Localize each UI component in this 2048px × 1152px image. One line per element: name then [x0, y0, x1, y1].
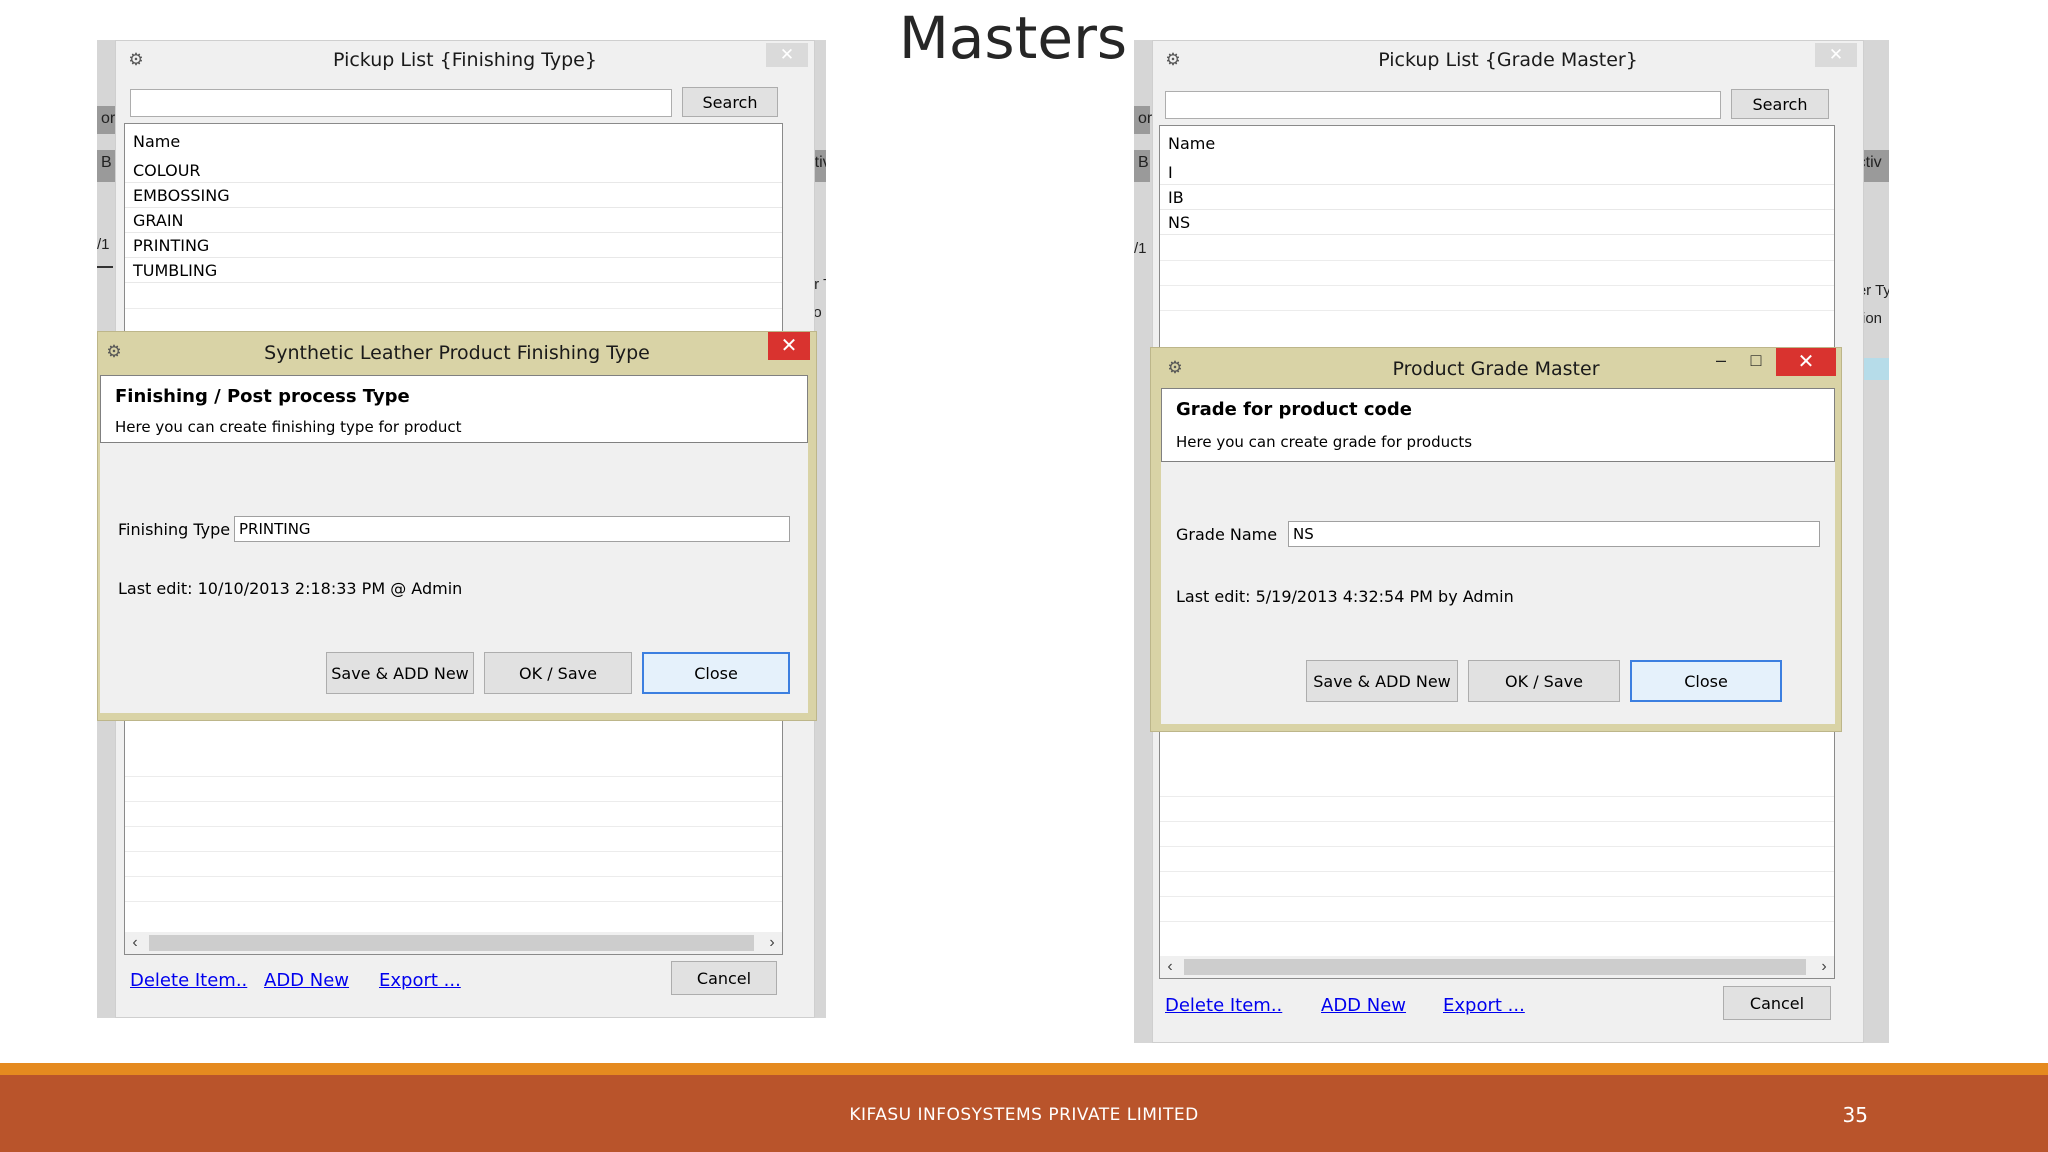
grid-line: [1160, 921, 1834, 922]
close-icon[interactable]: ✕: [1815, 43, 1857, 67]
list-item[interactable]: COLOUR: [125, 158, 782, 183]
search-input[interactable]: [1165, 91, 1721, 119]
grid-line: [1160, 260, 1834, 261]
grade-master-dialog: ⚙ Product Grade Master – □ ✕ Grade for p…: [1150, 347, 1842, 732]
grid-line: [1160, 310, 1834, 311]
close-button[interactable]: Close: [1630, 660, 1782, 702]
grid-line: [125, 901, 782, 902]
background-text: /1: [1134, 240, 1147, 257]
background-tab: B: [1134, 150, 1150, 182]
export-link[interactable]: Export ...: [1443, 995, 1525, 1016]
delete-item-link[interactable]: Delete Item..: [1165, 995, 1282, 1016]
dialog-titlebar: ⚙ Synthetic Leather Product Finishing Ty…: [98, 332, 816, 372]
last-edit-info: Last edit: 10/10/2013 2:18:33 PM @ Admin: [118, 579, 463, 598]
horizontal-scrollbar[interactable]: ‹ ›: [1160, 956, 1834, 978]
dialog-subheading: Here you can create grade for products: [1176, 433, 1473, 451]
pickup-titlebar: ⚙ Pickup List {Grade Master} ✕: [1153, 41, 1863, 79]
grid-line: [125, 876, 782, 877]
close-icon[interactable]: ✕: [766, 43, 808, 67]
dialog-body: Grade for product code Here you can crea…: [1161, 388, 1835, 724]
grid-line: [1160, 821, 1834, 822]
grid-line: [1160, 871, 1834, 872]
minimize-icon[interactable]: –: [1711, 350, 1731, 371]
company-name: KIFASU INFOSYSTEMS PRIVATE LIMITED: [849, 1105, 1199, 1125]
grid-line: [1160, 285, 1834, 286]
dialog-title: Product Grade Master: [1392, 358, 1600, 380]
scroll-thumb[interactable]: [149, 935, 754, 951]
page-number: 35: [1842, 1103, 1868, 1127]
column-header-name: Name: [1168, 134, 1216, 153]
finishing-type-field[interactable]: PRINTING: [234, 516, 790, 542]
dialog-subheading: Here you can create finishing type for p…: [115, 418, 462, 436]
search-button[interactable]: Search: [682, 87, 778, 117]
list-item[interactable]: IB: [1160, 185, 1834, 210]
close-icon[interactable]: ✕: [1776, 348, 1836, 376]
grade-name-field[interactable]: NS: [1288, 521, 1820, 547]
search-input[interactable]: [130, 89, 672, 117]
grid-line: [125, 776, 782, 777]
dialog-header-panel: Finishing / Post process Type Here you c…: [100, 375, 808, 443]
cancel-button[interactable]: Cancel: [1723, 986, 1831, 1020]
grid-line: [1160, 796, 1834, 797]
background-tab: or: [97, 106, 115, 134]
list-item[interactable]: I: [1160, 160, 1834, 185]
list-item[interactable]: TUMBLING: [125, 258, 782, 283]
pickup-titlebar: ⚙ Pickup List {Finishing Type} ✕: [116, 41, 814, 79]
grid-line: [125, 801, 782, 802]
close-button[interactable]: Close: [642, 652, 790, 694]
dialog-header-panel: Grade for product code Here you can crea…: [1161, 388, 1835, 462]
dialog-titlebar: ⚙ Product Grade Master – □ ✕: [1151, 348, 1841, 388]
background-divider: [97, 266, 113, 268]
list-item[interactable]: PRINTING: [125, 233, 782, 258]
grade-name-label: Grade Name: [1176, 525, 1278, 544]
scroll-right-icon[interactable]: ›: [762, 932, 782, 954]
scroll-thumb[interactable]: [1184, 959, 1806, 975]
pickup-title: Pickup List {Grade Master}: [1378, 49, 1638, 71]
background-text: /1: [97, 236, 110, 253]
scroll-left-icon[interactable]: ‹: [125, 932, 145, 954]
pickup-title: Pickup List {Finishing Type}: [333, 49, 597, 71]
dialog-title: Synthetic Leather Product Finishing Type: [264, 342, 650, 364]
grid-line: [125, 826, 782, 827]
slide-footer: KIFASU INFOSYSTEMS PRIVATE LIMITED 35: [0, 1075, 2048, 1152]
footer-accent-stripe: [0, 1063, 2048, 1075]
grid-line: [125, 851, 782, 852]
scroll-right-icon[interactable]: ›: [1814, 956, 1834, 978]
finishing-type-label: Finishing Type: [118, 520, 231, 539]
scroll-left-icon[interactable]: ‹: [1160, 956, 1180, 978]
background-tab: or: [1134, 106, 1152, 134]
list-item[interactable]: GRAIN: [125, 208, 782, 233]
save-add-new-button[interactable]: Save & ADD New: [326, 652, 474, 694]
close-icon[interactable]: ✕: [768, 332, 810, 360]
last-edit-info: Last edit: 5/19/2013 4:32:54 PM by Admin: [1176, 587, 1514, 606]
maximize-icon[interactable]: □: [1746, 350, 1766, 371]
add-new-link[interactable]: ADD New: [1321, 995, 1406, 1016]
cancel-button[interactable]: Cancel: [671, 961, 777, 995]
delete-item-link[interactable]: Delete Item..: [130, 970, 247, 991]
ok-save-button[interactable]: OK / Save: [1468, 660, 1620, 702]
search-button[interactable]: Search: [1731, 89, 1829, 119]
column-header-name: Name: [133, 132, 181, 151]
horizontal-scrollbar[interactable]: ‹ ›: [125, 932, 782, 954]
save-add-new-button[interactable]: Save & ADD New: [1306, 660, 1458, 702]
add-new-link[interactable]: ADD New: [264, 970, 349, 991]
dialog-heading: Grade for product code: [1176, 399, 1412, 420]
dialog-heading: Finishing / Post process Type: [115, 386, 410, 407]
ok-save-button[interactable]: OK / Save: [484, 652, 632, 694]
grid-line: [125, 308, 782, 309]
grid-line: [1160, 896, 1834, 897]
background-tab: B: [97, 150, 115, 182]
dialog-body: Finishing / Post process Type Here you c…: [100, 375, 808, 713]
list-item[interactable]: NS: [1160, 210, 1834, 235]
list-item[interactable]: EMBOSSING: [125, 183, 782, 208]
finishing-type-dialog: ⚙ Synthetic Leather Product Finishing Ty…: [97, 331, 817, 721]
export-link[interactable]: Export ...: [379, 970, 461, 991]
grid-line: [1160, 846, 1834, 847]
